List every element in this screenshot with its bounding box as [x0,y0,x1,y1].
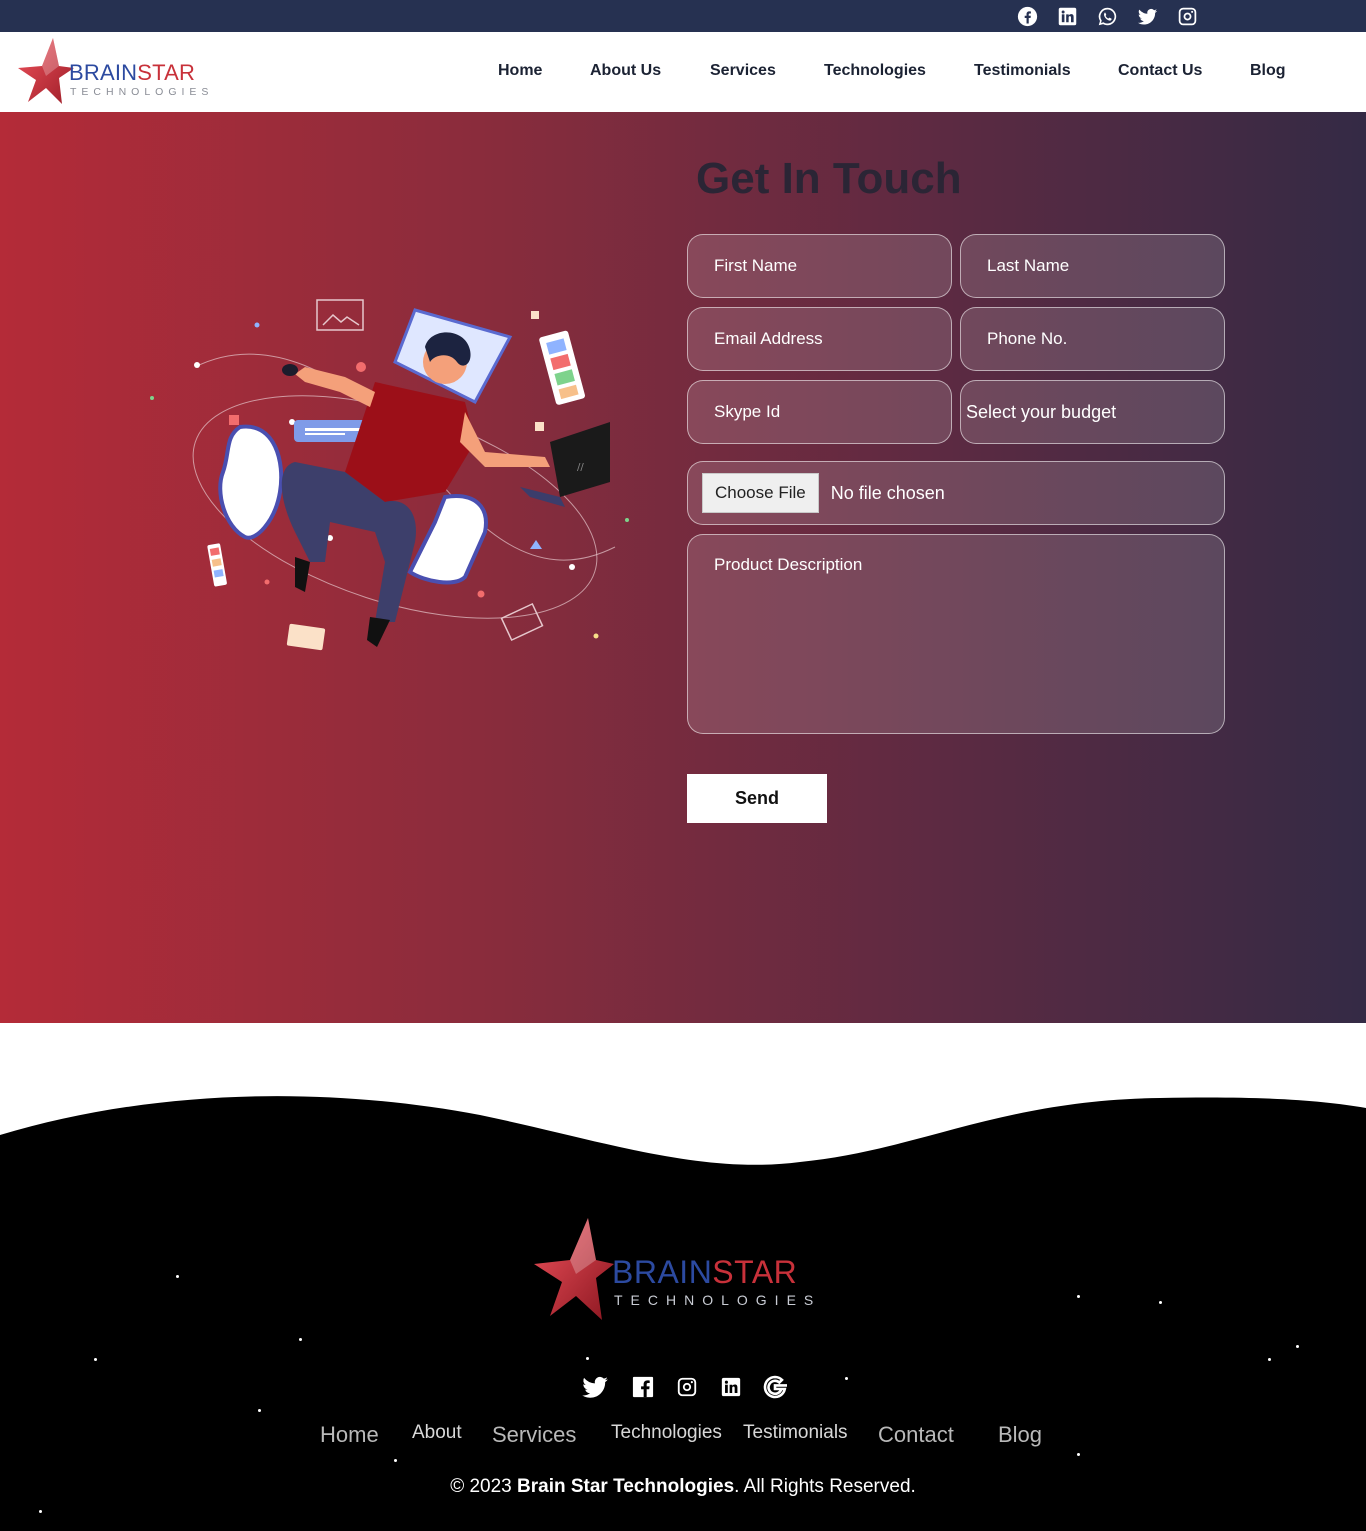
star-decoration [394,1459,397,1462]
send-button[interactable]: Send [687,774,827,823]
star-decoration [1296,1345,1299,1348]
last-name-input[interactable]: Last Name [960,234,1225,298]
nav-item-technologies[interactable]: Technologies [824,62,926,80]
linkedin-icon[interactable] [718,1373,744,1401]
footer-link-blog[interactable]: Blog [998,1422,1042,1448]
nav-item-contact-us[interactable]: Contact Us [1118,62,1202,80]
instagram-icon[interactable] [1176,5,1198,27]
star-decoration [1077,1295,1080,1298]
google-icon[interactable] [762,1373,788,1401]
instagram-icon[interactable] [674,1373,700,1401]
copyright-text: © 2023 Brain Star Technologies. All Righ… [450,1476,916,1497]
star-decoration [586,1357,589,1360]
footer-link-testimonials[interactable]: Testimonials [743,1422,848,1444]
twitter-icon[interactable] [578,1373,612,1401]
star-decoration [845,1377,848,1380]
footer-brand-logo[interactable]: BRAINSTAR TECHNOLOGIES [532,1216,842,1326]
nav-item-services[interactable]: Services [710,62,776,80]
email-input[interactable]: Email Address [687,307,952,371]
star-decoration [94,1358,97,1361]
brand-tagline: TECHNOLOGIES [70,86,214,98]
star-logo-icon [534,1218,614,1320]
choose-file-button[interactable]: Choose File [702,473,819,513]
facebook-icon[interactable] [1016,5,1038,27]
contact-title: Get In Touch [696,154,962,203]
facebook-icon[interactable] [630,1373,656,1401]
nav-item-home[interactable]: Home [498,62,542,80]
star-decoration [39,1510,42,1513]
footer-link-technologies[interactable]: Technologies [611,1422,722,1444]
footer-brand-name: BRAINSTAR [612,1254,798,1290]
nav-item-about-us[interactable]: About Us [590,62,661,80]
footer-brand-tagline: TECHNOLOGIES [614,1292,822,1308]
skype-input[interactable]: Skype Id [687,380,952,444]
nav-item-blog[interactable]: Blog [1250,62,1286,80]
footer-link-about[interactable]: About [412,1422,462,1444]
footer-link-services[interactable]: Services [492,1422,576,1448]
first-name-input[interactable]: First Name [687,234,952,298]
star-decoration [176,1275,179,1278]
whatsapp-icon[interactable] [1096,5,1118,27]
star-decoration [258,1409,261,1412]
nav-item-testimonials[interactable]: Testimonials [974,62,1071,80]
star-decoration [1077,1453,1080,1456]
product-description-textarea[interactable]: Product Description [687,534,1225,734]
main-navbar: BRAINSTAR TECHNOLOGIES Home About Us Ser… [0,32,1366,112]
site-footer: BRAINSTAR TECHNOLOGIES Home About Servic… [0,1080,1366,1531]
star-decoration [1159,1301,1162,1304]
brand-logo[interactable]: BRAINSTAR TECHNOLOGIES [16,36,226,108]
brand-name: BRAINSTAR [69,60,196,85]
footer-link-home[interactable]: Home [320,1422,379,1448]
svg-text://: // [577,462,584,473]
budget-select[interactable]: Select your budget [960,380,1225,444]
twitter-icon[interactable] [1136,5,1158,27]
linkedin-icon[interactable] [1056,5,1078,27]
star-decoration [1268,1358,1271,1361]
star-logo-icon [18,38,74,104]
file-upload: Choose File No file chosen [687,461,1225,525]
footer-link-contact[interactable]: Contact [878,1422,954,1448]
phone-input[interactable]: Phone No. [960,307,1225,371]
designer-illustration: // [150,299,629,651]
contact-section: // Get In Touch First Name Last Name Ema… [0,112,1366,1023]
top-social-bar [0,0,1366,32]
star-decoration [299,1338,302,1341]
file-status: No file chosen [830,482,945,503]
